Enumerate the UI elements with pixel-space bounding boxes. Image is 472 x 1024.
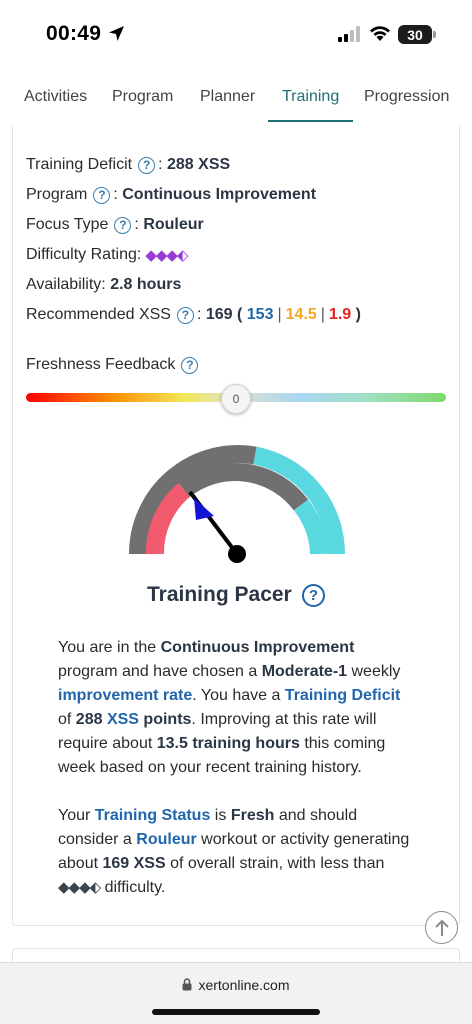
lock-icon: [182, 978, 192, 991]
difficulty-diamonds-icon: ◆◆◆⬖: [145, 247, 188, 264]
tab-activities[interactable]: Activities: [24, 88, 87, 106]
recommended-xss-peak: 1.9: [328, 306, 352, 323]
scroll-to-top-button[interactable]: [425, 911, 458, 944]
recommended-xss-high: 14.5: [285, 306, 317, 323]
help-icon[interactable]: ?: [302, 584, 325, 607]
pacer-recommendation: Your Training Status is Fresh and should…: [58, 807, 410, 896]
tab-training[interactable]: Training: [282, 88, 339, 106]
difficulty-row: Difficulty Rating: ◆◆◆⬖: [26, 246, 188, 264]
focus-type-row: Focus Type ? : Rouleur: [26, 216, 204, 234]
cellular-signal-icon: [338, 26, 360, 42]
recommended-xss-total: 169: [205, 306, 233, 323]
battery-tip: [433, 31, 436, 38]
clock: 00:49: [46, 22, 102, 45]
improvement-rate-link[interactable]: improvement rate: [58, 687, 192, 704]
focus-type-label: Focus Type: [26, 216, 109, 233]
freshness-feedback-row: Freshness Feedback ?: [26, 356, 201, 374]
program-value: Continuous Improvement: [122, 186, 317, 203]
gauge-inner-cyan-arc: [293, 499, 328, 555]
battery-icon: 30: [398, 25, 432, 44]
arrow-up-icon: [434, 919, 449, 936]
help-icon[interactable]: ?: [138, 156, 156, 174]
training-deficit-value: 288 XSS: [167, 156, 231, 173]
difficulty-label: Difficulty Rating:: [26, 246, 142, 263]
tab-program[interactable]: Program: [112, 88, 173, 106]
pacer-description: You are in the Continuous Improvement pr…: [58, 639, 401, 776]
wifi-icon: [370, 26, 390, 41]
status-bar: 00:49 30: [0, 0, 472, 70]
gauge-inner-grey-arc: [178, 463, 309, 511]
tab-progression[interactable]: Progression: [364, 88, 449, 106]
location-arrow-icon: [109, 26, 124, 41]
availability-row: Availability: 2.8 hours: [26, 276, 181, 294]
training-deficit-link[interactable]: Training Deficit: [285, 687, 401, 704]
training-deficit-row: Training Deficit ? : 288 XSS: [26, 156, 231, 174]
program-label: Program: [26, 186, 88, 203]
gauge-hub: [228, 545, 246, 563]
help-icon[interactable]: ?: [181, 356, 199, 374]
active-tab-indicator: [268, 120, 353, 122]
freshness-slider-thumb[interactable]: 0: [221, 384, 251, 414]
xss-link[interactable]: XSS: [107, 711, 139, 728]
recommended-xss-label: Recommended XSS: [26, 306, 171, 323]
training-deficit-label: Training Deficit: [26, 156, 133, 173]
focus-type-value: Rouleur: [143, 216, 204, 233]
freshness-feedback-label: Freshness Feedback: [26, 356, 176, 373]
home-indicator: [152, 1009, 320, 1015]
program-row: Program ? : Continuous Improvement: [26, 186, 317, 204]
help-icon[interactable]: ?: [114, 216, 132, 234]
recommended-xss-low: 153: [246, 306, 274, 323]
url-display[interactable]: xertonline.com: [0, 977, 472, 993]
rouleur-link[interactable]: Rouleur: [136, 831, 196, 848]
training-pacer-gauge: [129, 445, 346, 563]
difficulty-diamonds-icon: ◆◆◆⬖: [58, 879, 101, 896]
training-status-link[interactable]: Training Status: [95, 807, 211, 824]
help-icon[interactable]: ?: [93, 186, 111, 204]
recommended-xss-row: Recommended XSS ? : 169 ( 153 | 14.5 | 1…: [26, 306, 361, 324]
training-pacer-title: Training Pacer: [147, 583, 292, 606]
browser-address-bar: xertonline.com: [0, 962, 472, 1024]
tab-bar: Activities Program Planner Training Prog…: [0, 80, 472, 124]
help-icon[interactable]: ?: [176, 306, 194, 324]
url-text: xertonline.com: [198, 977, 290, 993]
availability-value: 2.8 hours: [110, 276, 182, 293]
availability-label: Availability:: [26, 276, 106, 293]
tab-planner[interactable]: Planner: [200, 88, 255, 106]
